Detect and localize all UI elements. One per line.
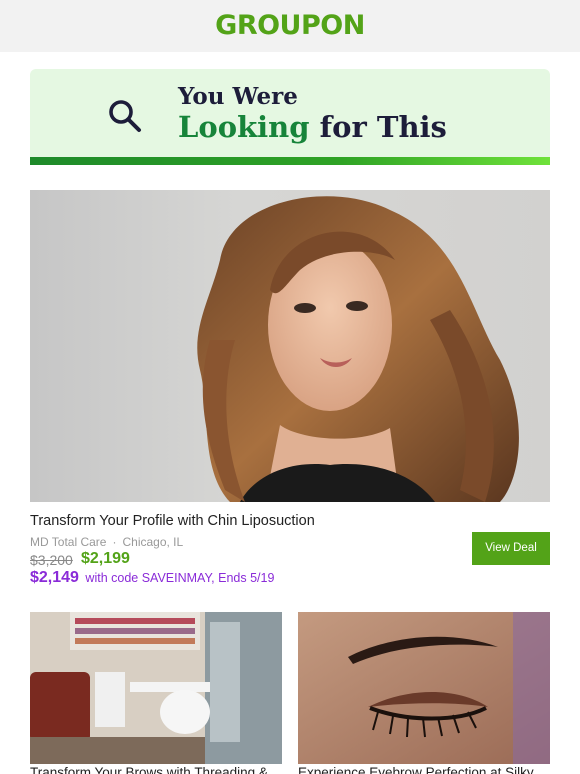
promo-price: $2,149 [30,569,79,586]
looking-for-this-banner[interactable]: You Were Looking for This [30,69,550,165]
woman-portrait-illustration [197,196,519,502]
deal-card-image-eye[interactable] [298,612,550,764]
eye-closeup-illustration [298,612,550,764]
banner-accent-bar [30,157,550,165]
search-icon [109,100,141,132]
banner-heading-line1: You Were [178,83,298,110]
promo-text: with code SAVEINMAY, Ends 5/19 [85,571,275,585]
deal-card-title-threading[interactable]: Transform Your Brows with Threading & [30,765,282,774]
featured-deal-image[interactable] [30,190,550,502]
separator-dot: · [112,535,117,549]
header-bar: GROUPON [0,0,580,52]
merchant-name: MD Total Care [30,535,107,549]
original-price: $3,200 [30,552,73,568]
sale-price: $2,199 [81,550,130,567]
deal-card-image-salon[interactable] [30,612,282,764]
banner-heading-rest: for This [319,110,447,144]
salon-interior-illustration [30,612,282,764]
banner-heading-line2: Looking for This [178,110,447,144]
banner-highlight-word: Looking [178,110,310,144]
merchant-line: MD Total Care · Chicago, IL [30,535,183,549]
deal-card-title-eyebrow[interactable]: Experience Eyebrow Perfection at Silky [298,765,550,774]
promo-line: $2,149 with code SAVEINMAY, Ends 5/19 [30,569,274,587]
groupon-logo[interactable]: GROUPON [0,10,580,41]
featured-deal-title[interactable]: Transform Your Profile with Chin Liposuc… [30,513,315,529]
view-deal-button[interactable]: View Deal [472,532,550,565]
merchant-location: Chicago, IL [122,535,184,549]
